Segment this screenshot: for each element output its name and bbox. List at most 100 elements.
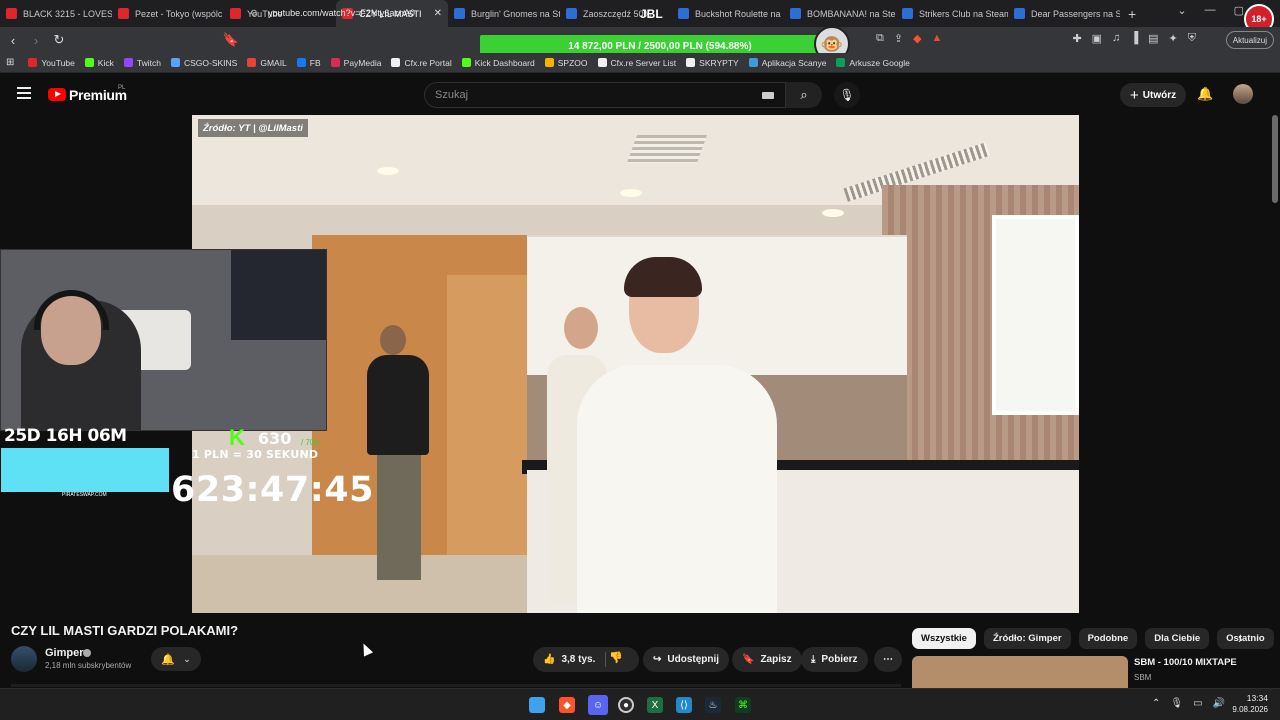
channel-name[interactable]: Gimper bbox=[45, 647, 84, 659]
update-button[interactable]: Aktualizuj bbox=[1225, 31, 1274, 49]
create-button[interactable]: + Utwórz bbox=[1120, 83, 1187, 107]
download-button[interactable]: ⤓ Pobierz bbox=[801, 647, 868, 672]
bookmark-item[interactable]: Cfx.re Server List bbox=[597, 57, 677, 68]
brave-shield-icon[interactable]: ◆ bbox=[913, 32, 921, 45]
bookmark-label: GMAIL bbox=[260, 57, 287, 68]
excel-icon[interactable]: X bbox=[647, 697, 663, 713]
wallet-icon[interactable]: ▣ bbox=[1092, 32, 1102, 45]
bookmark-item[interactable]: Cfx.re Portal bbox=[391, 58, 452, 68]
clock-date[interactable]: 9.08.2026 bbox=[1230, 705, 1268, 714]
browser-tab[interactable]: BLACK 3215 - LOVEST bbox=[0, 0, 112, 27]
filter-chip[interactable]: Podobne bbox=[1078, 628, 1138, 649]
network-icon[interactable]: ▭ bbox=[1193, 698, 1202, 709]
filter-chip[interactable]: Ostatnio bbox=[1217, 628, 1274, 649]
browser-tab[interactable]: Buckshot Roulette na bbox=[672, 0, 784, 27]
bookmark-item[interactable]: Arkusze Google bbox=[836, 58, 910, 68]
install-icon[interactable]: ⧉ bbox=[876, 32, 884, 45]
rewards-icon[interactable]: ▲ bbox=[932, 32, 943, 45]
subscription-button[interactable]: 🔔 ⌄ bbox=[151, 647, 201, 671]
voice-search-button[interactable]: 🎙 bbox=[834, 82, 860, 108]
bookmark-item[interactable]: Kick Dashboard bbox=[461, 58, 535, 68]
bookmark-item[interactable]: SKRYPTY bbox=[686, 58, 739, 68]
microphone-tray-icon[interactable]: 🎙 bbox=[1170, 698, 1183, 709]
vpn-icon[interactable]: ▤ bbox=[1148, 32, 1158, 45]
new-tab-button[interactable]: + bbox=[1128, 6, 1136, 22]
terminal-icon[interactable]: ⌘ bbox=[735, 697, 751, 713]
filter-chip[interactable]: Dla Ciebie bbox=[1145, 628, 1210, 649]
youtube-logo-icon[interactable] bbox=[48, 88, 66, 101]
bookmark-item[interactable]: Twitch bbox=[123, 58, 161, 68]
video-scene-person bbox=[564, 307, 598, 349]
notifications-icon[interactable]: 🔔 bbox=[1197, 86, 1213, 102]
obs-icon[interactable]: ● bbox=[618, 697, 634, 713]
save-button[interactable]: 🔖 Zapisz bbox=[732, 647, 802, 672]
chevron-right-icon[interactable]: › bbox=[1238, 631, 1242, 646]
extensions-icon[interactable]: ✚ bbox=[1072, 32, 1081, 45]
menu-icon[interactable] bbox=[17, 87, 31, 99]
reload-icon[interactable]: ↻ bbox=[49, 32, 69, 48]
recommendation-thumbnail[interactable] bbox=[912, 656, 1128, 688]
minimize-icon[interactable]: — bbox=[1205, 4, 1216, 17]
recommendation-title[interactable]: SBM - 100/10 MIXTAPE bbox=[1134, 657, 1237, 668]
filter-chip[interactable]: Wszystkie bbox=[912, 628, 976, 649]
bookmark-item[interactable]: FB bbox=[296, 58, 321, 68]
bookmark-icon[interactable]: 🔖 bbox=[221, 32, 241, 48]
back-icon[interactable]: ‹ bbox=[3, 33, 23, 48]
tab-label: Pezet - Tokyo (wspólc bbox=[135, 8, 223, 19]
discord-icon[interactable]: ☺ bbox=[588, 695, 608, 715]
search-button[interactable]: ⌕ bbox=[786, 82, 822, 108]
shield-icon[interactable]: ⛨ bbox=[1188, 32, 1196, 45]
bookmark-item[interactable]: Kick bbox=[84, 58, 114, 68]
channel-avatar[interactable] bbox=[11, 646, 37, 672]
search-input[interactable]: Szukaj bbox=[424, 82, 786, 108]
browser-tab[interactable]: Pezet - Tokyo (wspólc bbox=[112, 0, 224, 27]
share-button[interactable]: ↪ Udostępnij bbox=[643, 647, 730, 672]
apps-grid-icon[interactable]: ⊞ bbox=[6, 57, 14, 68]
clock-time[interactable]: 13:34 bbox=[1236, 693, 1268, 703]
leo-icon[interactable]: ✦ bbox=[1169, 32, 1178, 45]
maximize-icon[interactable]: ▢ bbox=[1234, 4, 1244, 17]
bookmark-item[interactable]: CSGO-SKINS bbox=[170, 57, 238, 68]
subathon-countdown: 623:47:45 bbox=[171, 470, 374, 510]
browser-tab[interactable]: Strikers Club na Steam bbox=[896, 0, 1008, 27]
forward-icon[interactable]: › bbox=[26, 33, 46, 48]
bookmark-item[interactable]: YouTube bbox=[28, 57, 75, 68]
bookmarks-bar: ⊞ YouTube Kick Twitch CSGO-SKINS GMAIL FB PayM… bbox=[0, 53, 1280, 73]
more-actions-button[interactable]: ⋯ bbox=[874, 647, 902, 672]
bookmark-label: Cfx.re Server List bbox=[610, 57, 677, 68]
keyboard-icon[interactable] bbox=[762, 92, 774, 99]
video-scene-person bbox=[380, 325, 406, 355]
dislike-button[interactable]: 👎 bbox=[609, 651, 623, 664]
share-page-icon[interactable]: ⇪ bbox=[894, 32, 903, 45]
vscode-icon[interactable]: ⟨⟩ bbox=[676, 697, 692, 713]
video-scene-light bbox=[377, 167, 399, 175]
chevron-up-icon[interactable]: ⌃ bbox=[1152, 698, 1160, 709]
browser-tab[interactable]: BOMBANANA! na Ste bbox=[784, 0, 896, 27]
site-info-icon[interactable]: ⚙ bbox=[250, 8, 258, 19]
url-field[interactable]: ⚙ youtube.com/watch?v=F2Nty6acnA0 bbox=[244, 3, 474, 23]
bookmark-item[interactable]: SPZOO bbox=[544, 57, 588, 68]
microphone-icon: 🎙 bbox=[839, 88, 855, 102]
volume-icon[interactable]: 🔊 bbox=[1213, 698, 1225, 709]
bookmark-item[interactable]: PayMedia bbox=[330, 58, 381, 68]
bookmark-favicon-icon bbox=[748, 58, 758, 67]
bookmark-label: SPZOO bbox=[557, 57, 588, 68]
tab-search-icon[interactable]: ⌄ bbox=[1177, 4, 1186, 17]
steam-icon[interactable]: ♨ bbox=[705, 697, 721, 713]
video-scene-cabinets bbox=[527, 235, 907, 375]
bookmark-item[interactable]: Aplikacja Scanye bbox=[748, 58, 826, 68]
brave-icon[interactable]: ◆ bbox=[559, 697, 575, 713]
like-button[interactable]: 👍 3,8 tys. bbox=[533, 647, 639, 672]
browser-tab[interactable]: Dear Passengers na St bbox=[1008, 0, 1120, 27]
music-icon[interactable]: ♫ bbox=[1112, 32, 1120, 45]
page-scrollbar[interactable] bbox=[1272, 115, 1278, 203]
bookmark-item[interactable]: GMAIL bbox=[247, 57, 287, 68]
start-icon[interactable] bbox=[529, 697, 545, 713]
sidebar-icon[interactable]: ▐ bbox=[1130, 32, 1138, 45]
account-avatar[interactable] bbox=[1233, 84, 1253, 104]
bookmark-label: CSGO-SKINS bbox=[183, 57, 238, 68]
bookmark-label: YouTube bbox=[41, 57, 75, 68]
recommendation-channel[interactable]: SBM bbox=[1134, 673, 1151, 682]
filter-chip[interactable]: Źródło: Gimper bbox=[983, 628, 1071, 649]
bookmark-favicon-icon bbox=[123, 58, 133, 67]
